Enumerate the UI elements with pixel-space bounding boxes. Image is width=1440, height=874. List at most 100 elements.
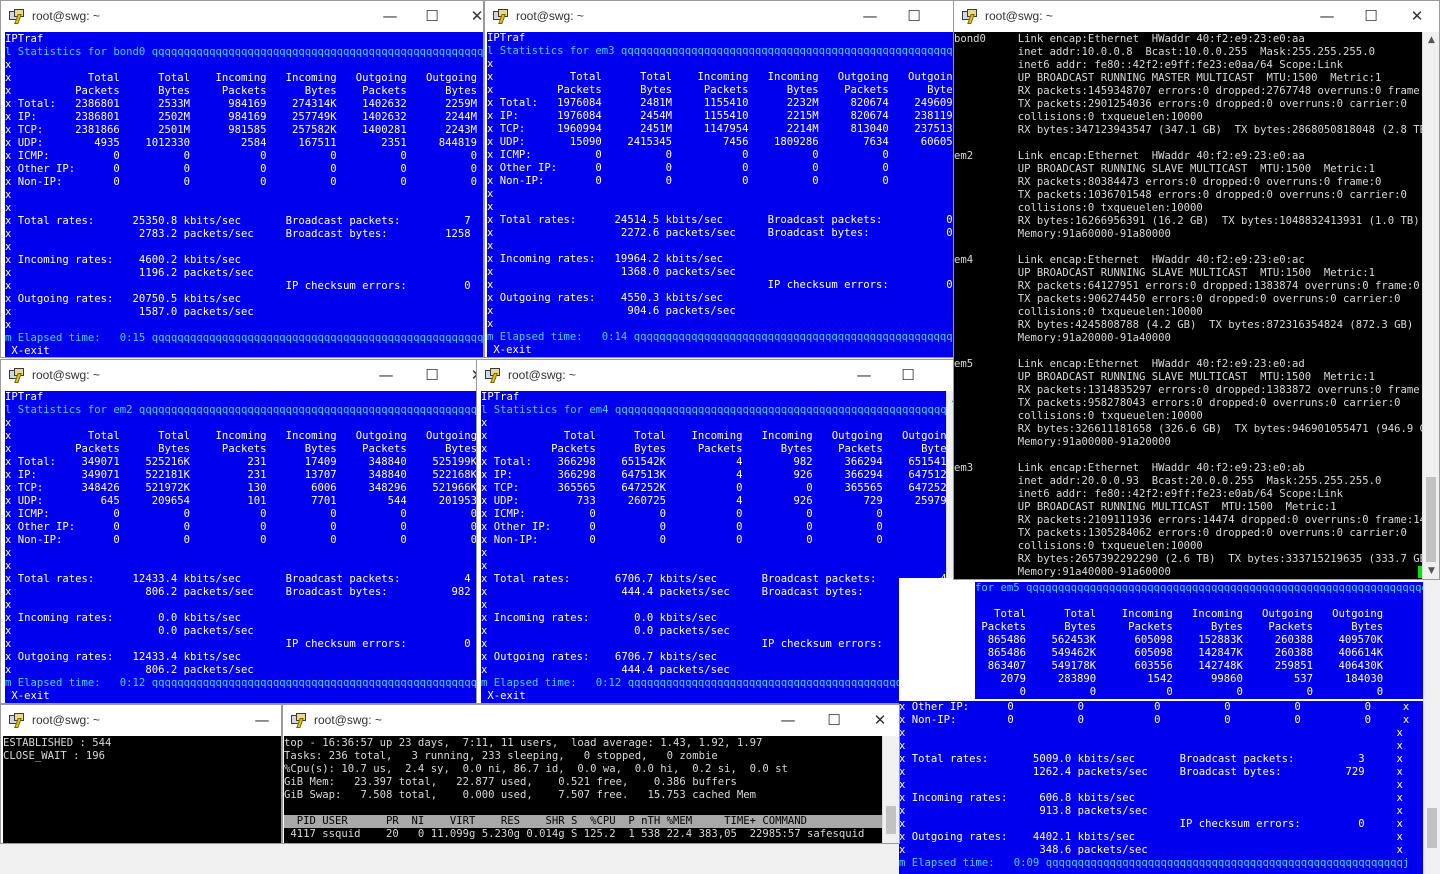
terminal-window-em3[interactable]: root@swg: ~ — ☐ IPTraf l Statistics for e… <box>484 0 954 358</box>
scroll-down-arrow[interactable]: ▼ <box>1423 563 1439 579</box>
terminal-line: x IP checksum errors: 0 <box>487 279 953 291</box>
putty-icon[interactable] <box>291 713 308 728</box>
putty-icon[interactable] <box>485 368 502 383</box>
terminal-line: x TCP: 365565 647252K 0 0 365565 647252K <box>481 482 946 494</box>
maximize-button[interactable]: ☐ <box>1360 5 1382 27</box>
title-bar[interactable]: root@swg: ~ — ☐ <box>485 1 953 32</box>
terminal-line: l Statistics for em2 qqqqqqqqqqqqqqqqqqq… <box>5 404 479 416</box>
terminal-line: RX packets:80384473 errors:0 dropped:0 o… <box>954 176 1382 188</box>
terminal-line: x Total Total Incoming Incoming Outgoing… <box>481 430 946 442</box>
maximize-button[interactable]: ☐ <box>823 709 845 731</box>
minimize-button[interactable]: — <box>777 709 799 731</box>
maximize-button[interactable]: ☐ <box>421 5 443 27</box>
terminal-screen-bottom[interactable]: x Other IP: 0 0 0 0 0 0 xx Non-IP: 0 0 0… <box>899 701 1423 874</box>
terminal-line: inet addr:10.0.0.8 Bcast:10.0.0.255 Mask… <box>954 46 1375 58</box>
terminal-line: x UDP: 645 209654 101 7701 544 201953 x <box>5 495 479 507</box>
terminal-line: 0 0 0 0 0 0 x <box>1019 686 1384 698</box>
scrollbar[interactable] <box>882 736 899 843</box>
title-bar[interactable]: root@swg: ~ — ☐ ✕ <box>1 360 479 391</box>
minimize-button[interactable]: — <box>853 364 875 386</box>
terminal-line: bond0 Link encap:Ethernet HWaddr 40:f2:e… <box>954 33 1305 45</box>
scroll-up-arrow[interactable]: ▲ <box>1423 32 1439 48</box>
terminal-line: collisions:0 txqueuelen:10000 <box>954 202 1203 214</box>
minimize-button[interactable]: — <box>379 5 401 27</box>
terminal-screen[interactable]: bond0 Link encap:Ethernet HWaddr 40:f2:e… <box>954 32 1422 579</box>
terminal-line: x Total: 349071 525216K 231 17409 348840… <box>5 456 479 468</box>
terminal-line: m Elapsed time: 0:12 qqqqqqqqqqqqqqqqqqq… <box>5 677 479 689</box>
scrollbar[interactable] <box>1423 578 1440 874</box>
close-button[interactable]: ✕ <box>1406 5 1428 27</box>
terminal-line: x Total rates: 5009.0 kbits/sec Broadcas… <box>899 753 1403 765</box>
scroll-thumb[interactable] <box>886 806 896 834</box>
terminal-line: x <box>5 202 12 214</box>
terminal-line: x Total: 2386801 2533M 984169 274314K 14… <box>5 98 483 110</box>
terminal-line: Tasks: 236 total, 3 running, 233 sleepin… <box>284 750 718 762</box>
terminal-screen[interactable]: ESTABLISHED : 544 CLOSE_WAIT : 196 <box>3 736 281 843</box>
terminal-line: TX packets:1305284062 errors:0 dropped:0… <box>954 527 1407 539</box>
terminal-screen[interactable]: IPTraf l Statistics for em4 qqqqqqqqqqqqq… <box>481 391 946 703</box>
close-button[interactable]: ✕ <box>869 709 891 731</box>
terminal-window-ifconfig[interactable]: root@swg: ~ — ☐ ✕ bond0 Link encap:Ether… <box>953 0 1440 580</box>
terminal-line: x Packets Bytes Packets Bytes Packets By… <box>5 85 483 97</box>
terminal-line: x IP checksum errors: 0 <box>481 638 946 650</box>
scrollbar[interactable]: ▲ ▼ <box>1422 32 1439 579</box>
terminal-line: IPTraf <box>487 32 526 44</box>
putty-icon[interactable] <box>9 713 26 728</box>
minimize-button[interactable]: — <box>859 5 881 27</box>
terminal-window-connections[interactable]: root@swg: ~ — ESTABLISHED : 544 CLOSE_WAI… <box>0 704 282 844</box>
terminal-line: x <box>487 58 494 70</box>
maximize-button[interactable]: ☐ <box>897 364 919 386</box>
terminal-line: x x <box>899 779 1403 791</box>
terminal-window-bond0[interactable]: root@swg: ~ — ☐ ✕ IPTraf l Statistics for… <box>0 0 484 358</box>
terminal-line: x ICMP: 0 0 0 0 0 0 x <box>5 508 479 520</box>
minimize-button[interactable]: — <box>1316 5 1338 27</box>
terminal-screen[interactable]: IPTraf l Statistics for em3 qqqqqqqqqqqqq… <box>487 32 953 357</box>
terminal-line: GiB Swap: 7.508 total, 0.000 used, 7.507… <box>284 789 756 801</box>
terminal-line: RX packets:2109111936 errors:14474 dropp… <box>954 514 1422 526</box>
terminal-line: l Statistics for em4 qqqqqqqqqqqqqqqqqqq… <box>481 404 946 416</box>
terminal-line: x Total: 366298 651542K 4 982 366294 651… <box>481 456 946 468</box>
putty-icon[interactable] <box>493 9 510 24</box>
maximize-button[interactable]: ☐ <box>421 364 443 386</box>
terminal-line: x IP checksum errors: 0 x <box>899 818 1403 830</box>
terminal-screen[interactable]: IPTraf l Statistics for bond0 qqqqqqqqqqq… <box>5 32 483 357</box>
terminal-screen[interactable]: IPTraf l Statistics for em2 qqqqqqqqqqqqq… <box>5 391 479 703</box>
terminal-line: Memory:91a40000-91a60000 <box>954 566 1171 578</box>
title-bar[interactable]: root@swg: ~ — ☐ ✕ <box>954 1 1439 32</box>
terminal-window-em5[interactable]: for em5 qqqqqqqqqqqqqqqqqqqqqqqqqqqqqqqq… <box>899 578 1440 874</box>
terminal-line: x Outgoing rates: 20750.5 kbits/sec <box>5 293 241 305</box>
title-bar[interactable]: root@swg: ~ — ☐ ✕ <box>1 1 483 32</box>
terminal-line: x Incoming rates: 0.0 kbits/sec <box>481 612 717 624</box>
terminal-line: UP BROADCAST RUNNING SLAVE MULTICAST MTU… <box>954 163 1375 175</box>
terminal-line: RX packets:1314835297 errors:0 dropped:1… <box>954 384 1422 396</box>
terminal-line: RX packets:64127951 errors:0 dropped:138… <box>954 280 1420 292</box>
terminal-window-em2[interactable]: root@swg: ~ — ☐ ✕ IPTrafl Statistics for… <box>0 359 480 704</box>
putty-icon[interactable] <box>9 9 26 24</box>
title-bar[interactable]: root@swg: ~ — ☐ ✕ <box>283 705 899 736</box>
minimize-button[interactable]: — <box>375 364 397 386</box>
terminal-line: UP BROADCAST RUNNING MULTICAST MTU:1500 … <box>954 501 1337 513</box>
terminal-line: RX bytes:2657392292290 (2.6 TB) TX bytes… <box>954 553 1422 565</box>
terminal-window-top[interactable]: root@swg: ~ — ☐ ✕ top - 16:36:57 up 23 d… <box>282 704 900 844</box>
title-bar[interactable]: root@swg: ~ — ☐ <box>477 360 963 391</box>
terminal-line: x x <box>899 727 1403 739</box>
putty-icon[interactable] <box>9 368 26 383</box>
putty-icon[interactable] <box>962 9 979 24</box>
terminal-line: top - 16:36:57 up 23 days, 7:11, 11 user… <box>284 737 763 749</box>
terminal-line: Packets Bytes Packets Bytes Packets Byte… <box>981 621 1384 633</box>
terminal-screen-top[interactable]: for em5 qqqqqqqqqqqqqqqqqqqqqqqqqqqqqqqq… <box>975 582 1423 699</box>
minimize-button[interactable]: — <box>251 709 273 731</box>
maximize-button[interactable]: ☐ <box>903 5 925 27</box>
title-bar[interactable]: root@swg: ~ — <box>1 705 281 736</box>
terminal-line: l Statistics for em3 qqqqqqqqqqqqqqqqqqq… <box>487 45 953 57</box>
scroll-thumb[interactable] <box>1426 477 1436 562</box>
terminal-screen[interactable]: top - 16:36:57 up 23 days, 7:11, 11 user… <box>284 736 882 843</box>
terminal-window-em4[interactable]: root@swg: ~ — ☐ IPTraf l Statistics for e… <box>476 359 964 704</box>
terminal-line: x Total rates: 12433.4 kbits/sec Broadca… <box>5 573 479 585</box>
scroll-thumb[interactable] <box>1427 808 1437 848</box>
terminal-line: inet6 addr: fe80::42f2:e9ff:fe23:e0ab/64… <box>954 488 1344 500</box>
terminal-line: x <box>481 547 488 559</box>
close-button[interactable]: ✕ <box>466 5 483 27</box>
